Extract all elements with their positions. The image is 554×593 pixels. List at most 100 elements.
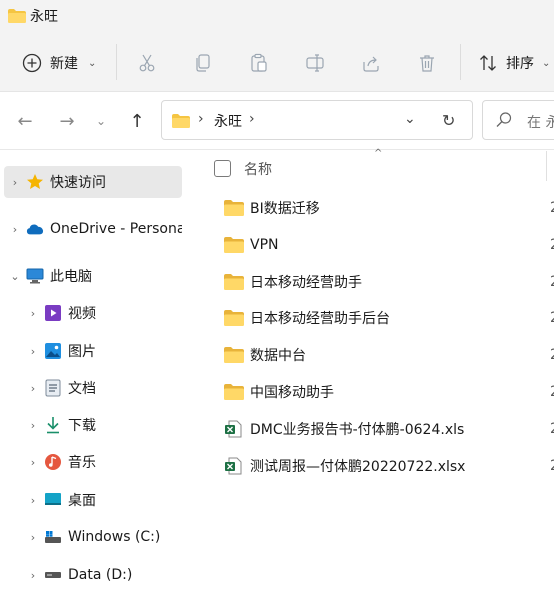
- file-name: 日本移动经营助手: [250, 275, 362, 291]
- expand-arrow-icon[interactable]: ›: [22, 569, 44, 582]
- search-box[interactable]: 在 永: [482, 100, 554, 140]
- folder-icon: [224, 273, 244, 291]
- drive-d-icon: [44, 566, 62, 584]
- delete-button[interactable]: [414, 50, 440, 76]
- file-name: 数据中台: [250, 348, 306, 364]
- nav-item-label: 此电脑: [50, 269, 92, 285]
- navigation-pane: › 快速访问 › OneDrive - Persona ⌄ 此电脑 › 视频 ›…: [0, 151, 190, 593]
- arrow-right-icon: →: [59, 110, 75, 132]
- file-date: 2: [550, 458, 554, 474]
- column-divider[interactable]: [546, 151, 547, 181]
- rename-button[interactable]: [302, 50, 328, 76]
- nav-item-videos[interactable]: › 视频: [22, 297, 200, 329]
- title-bar: 永旺: [0, 0, 554, 34]
- toolbar-divider: [116, 44, 117, 80]
- desktop-icon: [44, 491, 62, 509]
- chevron-down-icon: ⌄: [95, 114, 107, 128]
- nav-item-pictures[interactable]: › 图片: [22, 335, 200, 367]
- file-name: 日本移动经营助手后台: [250, 311, 390, 327]
- breadcrumb-item[interactable]: 永旺: [214, 111, 242, 131]
- search-placeholder: 在 永: [527, 115, 554, 131]
- nav-item-drive-c[interactable]: › Windows (C:): [22, 521, 200, 553]
- chevron-down-icon: ⌄: [542, 57, 551, 69]
- download-icon: [44, 416, 62, 434]
- file-row[interactable]: BI数据迁移 2: [224, 193, 554, 223]
- copy-button[interactable]: [190, 50, 216, 76]
- file-row[interactable]: 中国移动助手 2: [224, 377, 554, 407]
- music-icon: [44, 453, 62, 471]
- expand-arrow-icon[interactable]: ⌄: [4, 270, 26, 283]
- nav-item-label: Data (D:): [68, 567, 133, 583]
- file-row[interactable]: 日本移动经营助手 2: [224, 267, 554, 297]
- breadcrumb-separator[interactable]: ›: [249, 111, 255, 127]
- toolbar-divider: [460, 44, 461, 80]
- nav-item-label: 快速访问: [50, 175, 106, 191]
- file-name: DMC业务报告书-付体鹏-0624.xls: [250, 422, 465, 438]
- new-button[interactable]: 新建 ⌄: [22, 50, 96, 76]
- nav-item-quick-access[interactable]: › 快速访问: [4, 166, 182, 198]
- sort-icon: [480, 55, 496, 71]
- nav-item-label: 文档: [68, 381, 96, 397]
- back-button[interactable]: ←: [12, 108, 38, 134]
- new-button-label: 新建: [50, 56, 78, 72]
- expand-arrow-icon[interactable]: ›: [22, 419, 44, 432]
- file-row[interactable]: 数据中台 2: [224, 340, 554, 370]
- nav-item-desktop[interactable]: › 桌面: [22, 484, 200, 516]
- breadcrumb-separator[interactable]: ›: [198, 111, 204, 127]
- search-icon: [496, 112, 512, 127]
- share-icon: [363, 56, 379, 72]
- nav-item-downloads[interactable]: › 下载: [22, 409, 200, 441]
- onedrive-cloud-icon: [26, 220, 44, 238]
- nav-item-label: 图片: [68, 344, 96, 360]
- file-name: 测试周报—付体鹏20220722.xlsx: [250, 459, 466, 475]
- nav-item-this-pc[interactable]: ⌄ 此电脑: [4, 260, 182, 292]
- nav-item-label: 视频: [68, 306, 96, 322]
- nav-item-onedrive[interactable]: › OneDrive - Persona: [4, 213, 182, 245]
- paste-button[interactable]: [246, 50, 272, 76]
- nav-item-music[interactable]: › 音乐: [22, 446, 200, 478]
- folder-icon: [224, 236, 244, 254]
- window-title: 永旺: [30, 9, 58, 25]
- cut-button[interactable]: [134, 50, 160, 76]
- nav-item-label: 桌面: [68, 493, 96, 509]
- nav-item-drive-d[interactable]: › Data (D:): [22, 559, 200, 591]
- share-button[interactable]: [358, 50, 384, 76]
- folder-icon: [172, 114, 190, 128]
- select-all-checkbox[interactable]: [214, 160, 231, 177]
- nav-item-label: Windows (C:): [68, 529, 161, 545]
- arrow-left-icon: ←: [17, 110, 33, 132]
- address-bar[interactable]: › 永旺 › ⌄ ↻: [161, 100, 473, 140]
- expand-arrow-icon[interactable]: ›: [4, 223, 26, 236]
- file-row[interactable]: DMC业务报告书-付体鹏-0624.xls 2: [224, 414, 554, 444]
- file-date: 2: [550, 347, 554, 363]
- expand-arrow-icon[interactable]: ›: [4, 176, 26, 189]
- expand-arrow-icon[interactable]: ›: [22, 307, 44, 320]
- folder-icon: [8, 9, 26, 23]
- expand-arrow-icon[interactable]: ›: [22, 345, 44, 358]
- expand-arrow-icon[interactable]: ›: [22, 531, 44, 544]
- delete-icon: [420, 55, 434, 72]
- column-header-name[interactable]: 名称: [244, 159, 272, 179]
- recent-locations-button[interactable]: ⌄: [88, 108, 114, 134]
- nav-item-documents[interactable]: › 文档: [22, 372, 200, 404]
- file-date: 2: [550, 237, 554, 253]
- address-dropdown-icon[interactable]: ⌄: [404, 111, 416, 127]
- expand-arrow-icon[interactable]: ›: [22, 456, 44, 469]
- file-row[interactable]: VPN 2: [224, 230, 554, 260]
- expand-arrow-icon[interactable]: ›: [22, 382, 44, 395]
- file-row[interactable]: 测试周报—付体鹏20220722.xlsx 2: [224, 451, 554, 481]
- nav-item-label: OneDrive - Persona: [50, 221, 182, 237]
- folder-icon: [224, 346, 244, 364]
- excel-file-icon: [224, 420, 244, 438]
- up-button[interactable]: ↑: [124, 108, 150, 134]
- refresh-icon[interactable]: ↻: [442, 111, 455, 130]
- folder-icon: [224, 383, 244, 401]
- file-row[interactable]: 日本移动经营助手后台 2: [224, 303, 554, 333]
- file-list: 名称 ^ BI数据迁移 2 VPN 2 日本移动经营助手 2 日本移动经营助手后…: [190, 148, 554, 593]
- sort-button[interactable]: 排序 ⌄: [478, 50, 550, 76]
- expand-arrow-icon[interactable]: ›: [22, 494, 44, 507]
- forward-button[interactable]: →: [54, 108, 80, 134]
- file-date: 2: [550, 384, 554, 400]
- file-name: VPN: [250, 237, 279, 253]
- drive-c-icon: [44, 528, 62, 546]
